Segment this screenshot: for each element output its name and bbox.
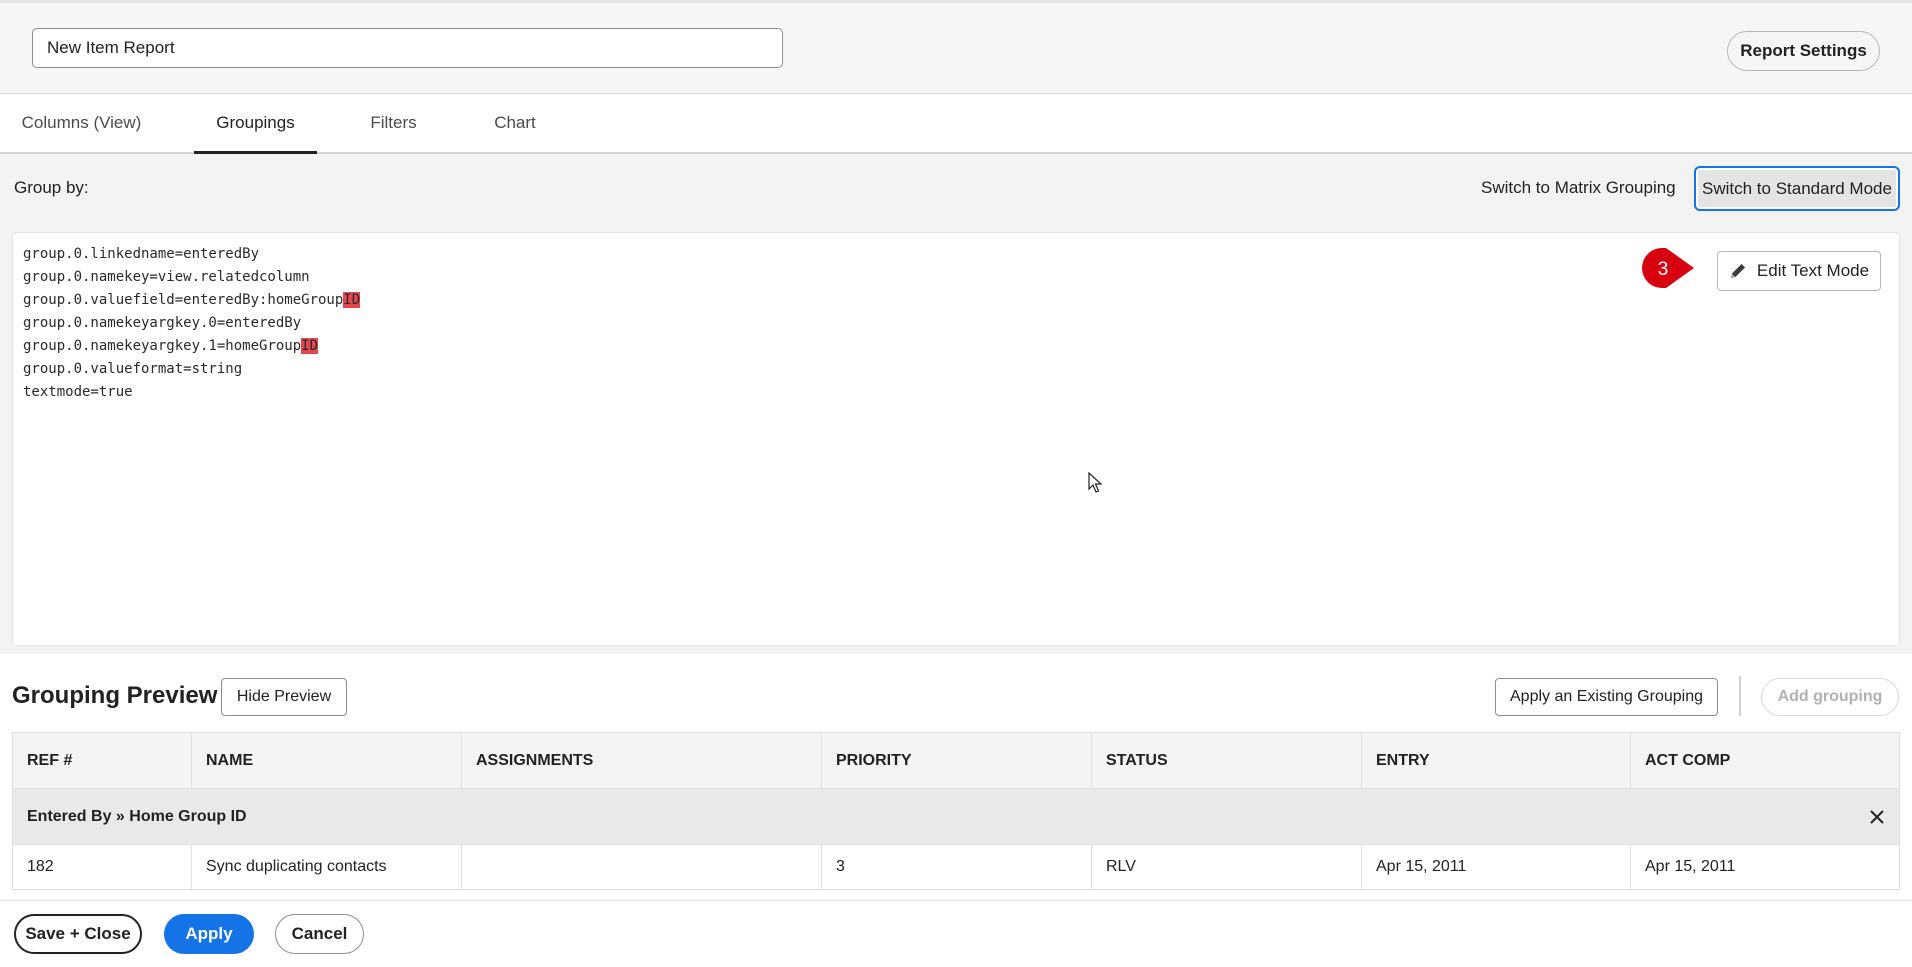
- tab-chart[interactable]: Chart: [470, 94, 560, 154]
- step-callout-badge: 3: [1642, 248, 1694, 288]
- add-grouping-button[interactable]: Add grouping: [1761, 678, 1899, 716]
- column-header[interactable]: ENTRY: [1362, 733, 1631, 788]
- table-cell: Sync duplicating contacts: [192, 845, 462, 889]
- switch-standard-mode-button[interactable]: Switch to Standard Mode: [1694, 166, 1900, 211]
- edit-text-mode-label: Edit Text Mode: [1756, 261, 1870, 280]
- groupings-panel: Group by: Switch to Matrix Grouping Swit…: [0, 154, 1912, 654]
- pencil-icon: [1730, 264, 1745, 278]
- code-line: textmode=true: [23, 384, 133, 400]
- code-line: group.0.namekeyargkey.0=enteredBy: [23, 315, 302, 331]
- error-highlight: ID: [343, 292, 361, 308]
- tab-filters[interactable]: Filters: [352, 94, 435, 154]
- grouping-preview-title: Grouping Preview: [12, 682, 218, 709]
- switch-matrix-grouping-button[interactable]: Switch to Matrix Grouping: [1481, 178, 1676, 198]
- step-number: 3: [1658, 259, 1669, 280]
- column-header[interactable]: ACT COMP: [1631, 733, 1899, 788]
- mouse-cursor-icon: [1088, 472, 1102, 493]
- apply-existing-grouping-button[interactable]: Apply an Existing Grouping: [1495, 678, 1718, 716]
- table-cell: 3: [822, 845, 1092, 889]
- error-highlight: ID: [301, 338, 319, 354]
- save-close-button[interactable]: Save + Close: [14, 914, 142, 954]
- table-cell: [462, 845, 822, 889]
- column-header[interactable]: ASSIGNMENTS: [462, 733, 822, 788]
- group-row: Entered By » Home Group ID: [13, 789, 1899, 845]
- report-title-input[interactable]: [32, 28, 783, 68]
- table-row[interactable]: 182 Sync duplicating contacts 3 RLV Apr …: [13, 845, 1899, 889]
- code-line: group.0.linkedname=enteredBy: [23, 246, 260, 262]
- table-header-row: REF # NAME ASSIGNMENTS PRIORITY STATUS E…: [13, 733, 1899, 789]
- column-header[interactable]: REF #: [13, 733, 192, 788]
- code-line: group.0.namekey=view.relatedcolumn: [23, 269, 310, 285]
- close-icon[interactable]: [1869, 809, 1885, 825]
- table-cell: Apr 15, 2011: [1645, 858, 1736, 875]
- table-cell: Apr 15, 2011: [1362, 845, 1631, 889]
- report-settings-button[interactable]: Report Settings: [1727, 31, 1880, 71]
- column-header[interactable]: PRIORITY: [822, 733, 1092, 788]
- preview-table: REF # NAME ASSIGNMENTS PRIORITY STATUS E…: [12, 732, 1900, 890]
- edit-text-mode-button[interactable]: Edit Text Mode: [1717, 251, 1881, 291]
- column-header[interactable]: NAME: [192, 733, 462, 788]
- report-header: Report Settings: [0, 0, 1912, 94]
- hide-preview-button[interactable]: Hide Preview: [221, 678, 347, 716]
- code-line: group.0.namekeyargkey.1=homeGroupID: [23, 338, 319, 354]
- table-cell: RLV: [1092, 845, 1362, 889]
- grouping-preview-header: Grouping Preview Hide Preview Apply an E…: [0, 660, 1912, 730]
- code-line: group.0.valueformat=string: [23, 361, 243, 377]
- grouping-text-content: group.0.linkedname=enteredBy group.0.nam…: [23, 243, 361, 404]
- tab-columns-view[interactable]: Columns (View): [0, 94, 163, 154]
- table-cell: 182: [13, 845, 192, 889]
- cancel-button[interactable]: Cancel: [275, 914, 364, 954]
- grouping-text-editor[interactable]: group.0.linkedname=enteredBy group.0.nam…: [12, 232, 1900, 646]
- group-by-label: Group by:: [14, 178, 89, 197]
- dialog-footer: Save + Close Apply Cancel: [0, 900, 1912, 967]
- column-header[interactable]: STATUS: [1092, 733, 1362, 788]
- tab-groupings[interactable]: Groupings: [194, 94, 317, 154]
- group-row-label: Entered By » Home Group ID: [27, 807, 247, 825]
- apply-button[interactable]: Apply: [164, 914, 254, 954]
- tab-bar: Columns (View) Groupings Filters Chart: [0, 94, 1912, 154]
- toolbar-divider: [1739, 676, 1741, 716]
- code-line: group.0.valuefield=enteredBy:homeGroupID: [23, 292, 361, 308]
